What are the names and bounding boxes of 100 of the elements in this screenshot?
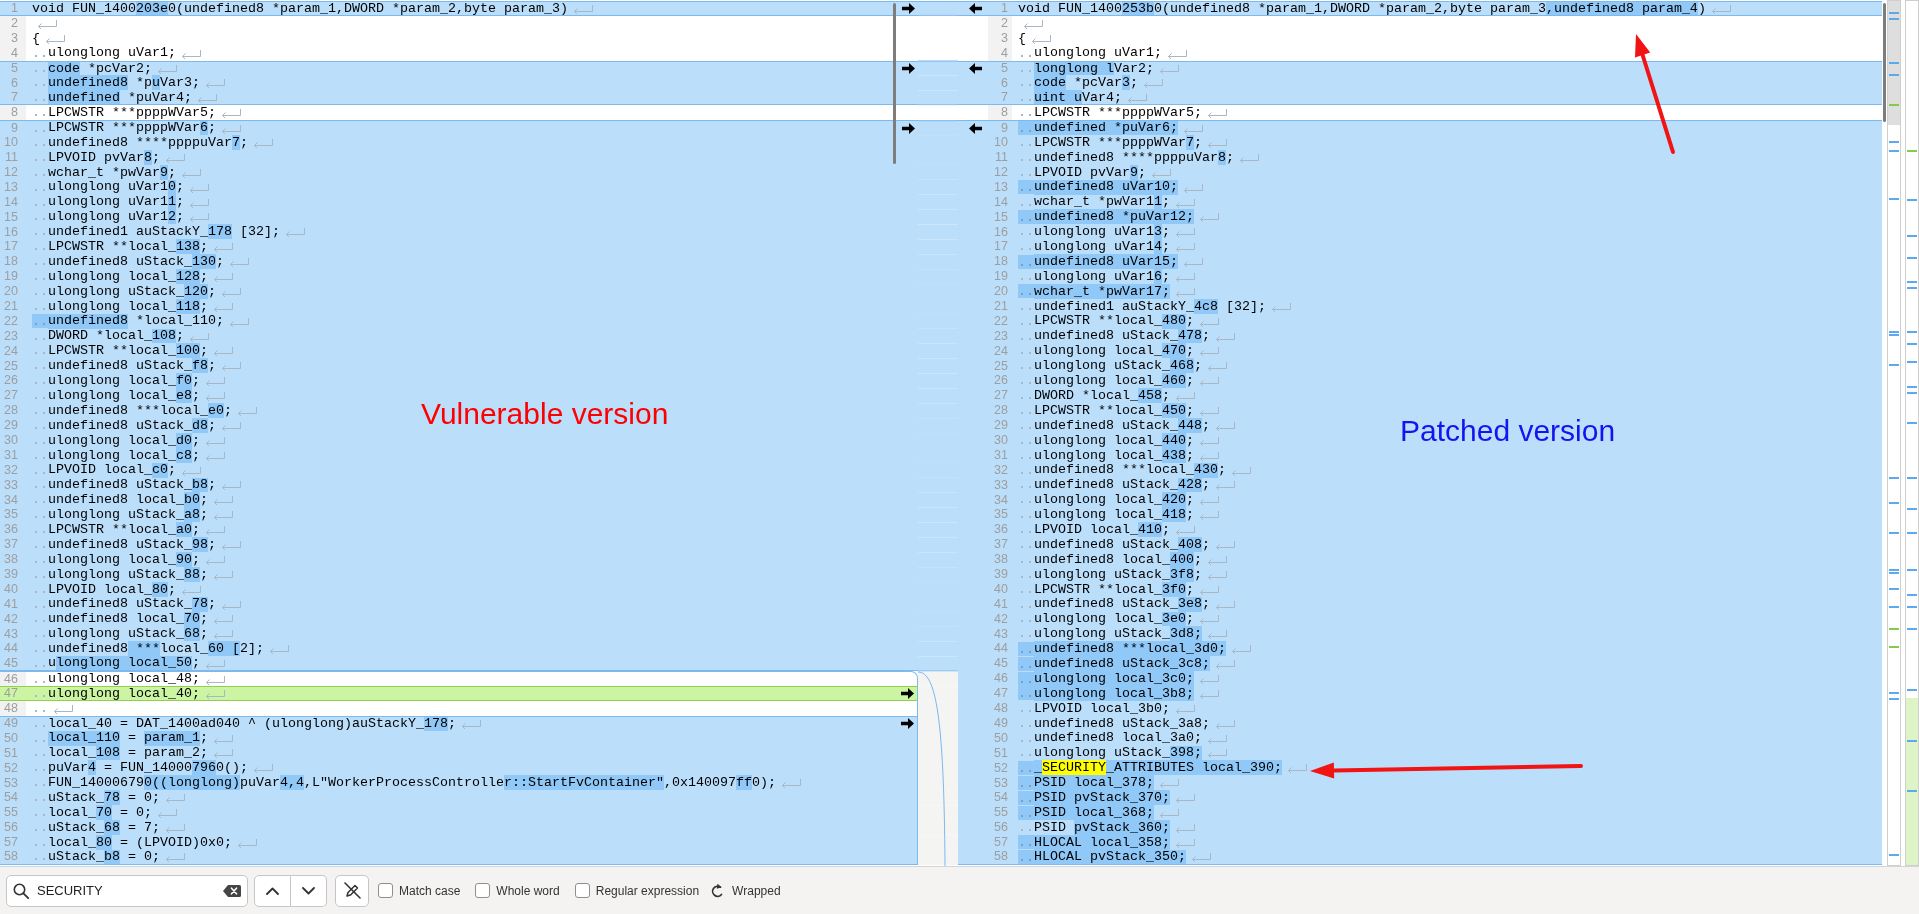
code-line: _SECURITY_ATTRIBUTES local_390;: [1034, 760, 1282, 776]
line-number: 28: [3, 403, 19, 418]
whitespace-dots-icon: [35, 263, 45, 266]
line-number: 46: [993, 671, 1009, 686]
arrow-right-icon[interactable]: [901, 2, 915, 14]
chevron-down-icon: [302, 886, 315, 895]
scrollbar-thumb[interactable]: [1883, 3, 1886, 122]
whitespace-dots-icon: [1021, 754, 1031, 757]
line-number: 46: [0, 672, 26, 686]
line-number: 8: [988, 105, 1012, 121]
line-number: 38: [3, 551, 19, 567]
whitespace-dots-icon: [1021, 709, 1031, 712]
whitespace-dots-icon: [1018, 805, 1034, 820]
checkbox[interactable]: [574, 883, 590, 898]
code-line: {: [32, 30, 40, 46]
code-line: ulonglong uStack_88;: [48, 566, 208, 582]
arrow-right-icon[interactable]: [901, 122, 915, 134]
arrow-right-icon[interactable]: [900, 687, 914, 699]
line-number: 19: [993, 269, 1009, 284]
scrollbar-thumb[interactable]: [893, 3, 896, 164]
whitespace-dots-icon: [35, 277, 45, 280]
whitespace-dots-icon: [35, 352, 45, 355]
whitespace-dots-icon: [1021, 397, 1031, 400]
whitespace-dots-icon: [1021, 277, 1031, 280]
whitespace-dots-icon: [35, 129, 45, 132]
whitespace-dots-icon: [1021, 382, 1031, 385]
code-line: wchar_t *pwVar11;: [1034, 194, 1170, 210]
line-number: 5: [1000, 61, 1009, 76]
code-line: ulonglong local_118;: [48, 298, 208, 314]
whitespace-dots-icon: [1021, 84, 1031, 87]
code-line: void FUN_1400253b0(undefined8 *param_1,DWORD *param_2,byte param_3,undefined8 param_4): [1018, 2, 1706, 15]
code-line: ulonglong local_128;: [48, 269, 208, 284]
whitespace-dots-icon: [35, 635, 45, 638]
whitespace-dots-icon: [35, 233, 45, 236]
code-line: ulonglong local_3e0;: [1034, 611, 1194, 627]
whitespace-dots-icon: [1021, 635, 1031, 638]
checkbox[interactable]: [378, 883, 393, 898]
whitespace-dots-icon: [1021, 203, 1031, 206]
line-number: 39: [3, 566, 19, 582]
code-line: LPVOID local_80;: [48, 581, 176, 597]
code-line: ulonglong local_438;: [1034, 447, 1194, 463]
line-number: 32: [993, 462, 1009, 478]
code-line: ulonglong uStack_398;: [1034, 745, 1202, 761]
checkbox-label[interactable]: Match case: [399, 881, 461, 900]
whitespace-dots-icon: [35, 725, 45, 728]
code-line: LPVOID pvVar9;: [1034, 164, 1146, 180]
code-line: ulonglong uStack_3d8;: [1034, 626, 1202, 642]
line-number: 1: [1000, 2, 1009, 15]
line-number: 24: [3, 343, 19, 359]
line-number: 25: [993, 358, 1009, 374]
arrow-right-icon[interactable]: [900, 718, 914, 730]
checkbox[interactable]: [475, 883, 491, 898]
line-number: 19: [3, 269, 19, 284]
line-number: 12: [3, 164, 19, 180]
code-line: undefined8 ****ppppuVar8;: [1034, 149, 1234, 165]
code-line: undefined8 *local_110;: [48, 313, 224, 329]
line-number: 29: [3, 417, 19, 433]
code-line: ulonglong local_90;: [48, 551, 200, 567]
line-number: 42: [3, 611, 19, 627]
line-number: 55: [993, 805, 1009, 820]
line-number: 45: [993, 656, 1009, 672]
arrow-left-icon[interactable]: [969, 122, 982, 134]
previous-match-button[interactable]: [254, 874, 291, 907]
whitespace-dots-icon: [35, 620, 45, 623]
highlight-toggle-button[interactable]: [335, 874, 369, 907]
code-line: ulonglong local_420;: [1034, 492, 1194, 508]
line-number: 13: [3, 179, 19, 195]
arrow-left-icon[interactable]: [969, 2, 982, 14]
whitespace-dots-icon: [1018, 835, 1034, 850]
whitespace-dots-icon: [1021, 575, 1031, 578]
arrow-right-icon[interactable]: [901, 63, 915, 74]
code-line: ulonglong uVar1;: [48, 45, 176, 61]
whitespace-dots-icon: [1021, 54, 1031, 57]
line-number: 25: [3, 358, 19, 374]
whitespace-dots-icon: [35, 98, 45, 101]
code-line: ulonglong local_50;: [48, 656, 200, 671]
code-line: undefined8 uStack_78;: [48, 596, 216, 612]
checkbox-label[interactable]: Whole word: [496, 881, 560, 900]
whitespace-dots-icon: [1021, 426, 1031, 429]
next-match-button[interactable]: [291, 874, 327, 907]
code-line: undefined8 local_70;: [48, 611, 208, 627]
code-line: undefined8 uStack_428;: [1034, 477, 1210, 493]
code-line: ulonglong uStack_468;: [1034, 358, 1202, 374]
code-line: undefined8 uStack_478;: [1034, 328, 1210, 344]
code-line: {: [1018, 30, 1026, 46]
line-number: 18: [3, 254, 19, 270]
whitespace-dots-icon: [1018, 284, 1034, 299]
line-number: 43: [3, 626, 19, 642]
checkbox-label[interactable]: Regular expression: [595, 881, 700, 900]
line-number: 27: [993, 388, 1009, 404]
code-line: ulonglong local_470;: [1034, 343, 1194, 359]
code-line: ulonglong uVar16;: [1034, 269, 1170, 284]
search-field[interactable]: SECURITY: [6, 874, 248, 907]
line-number: 58: [3, 849, 19, 864]
arrow-left-icon[interactable]: [969, 63, 982, 74]
line-number: 23: [993, 328, 1009, 344]
line-number: 35: [3, 507, 19, 523]
whitespace-dots-icon: [35, 590, 45, 593]
circular-arrow-icon: [711, 883, 725, 898]
line-number: 44: [993, 641, 1009, 657]
